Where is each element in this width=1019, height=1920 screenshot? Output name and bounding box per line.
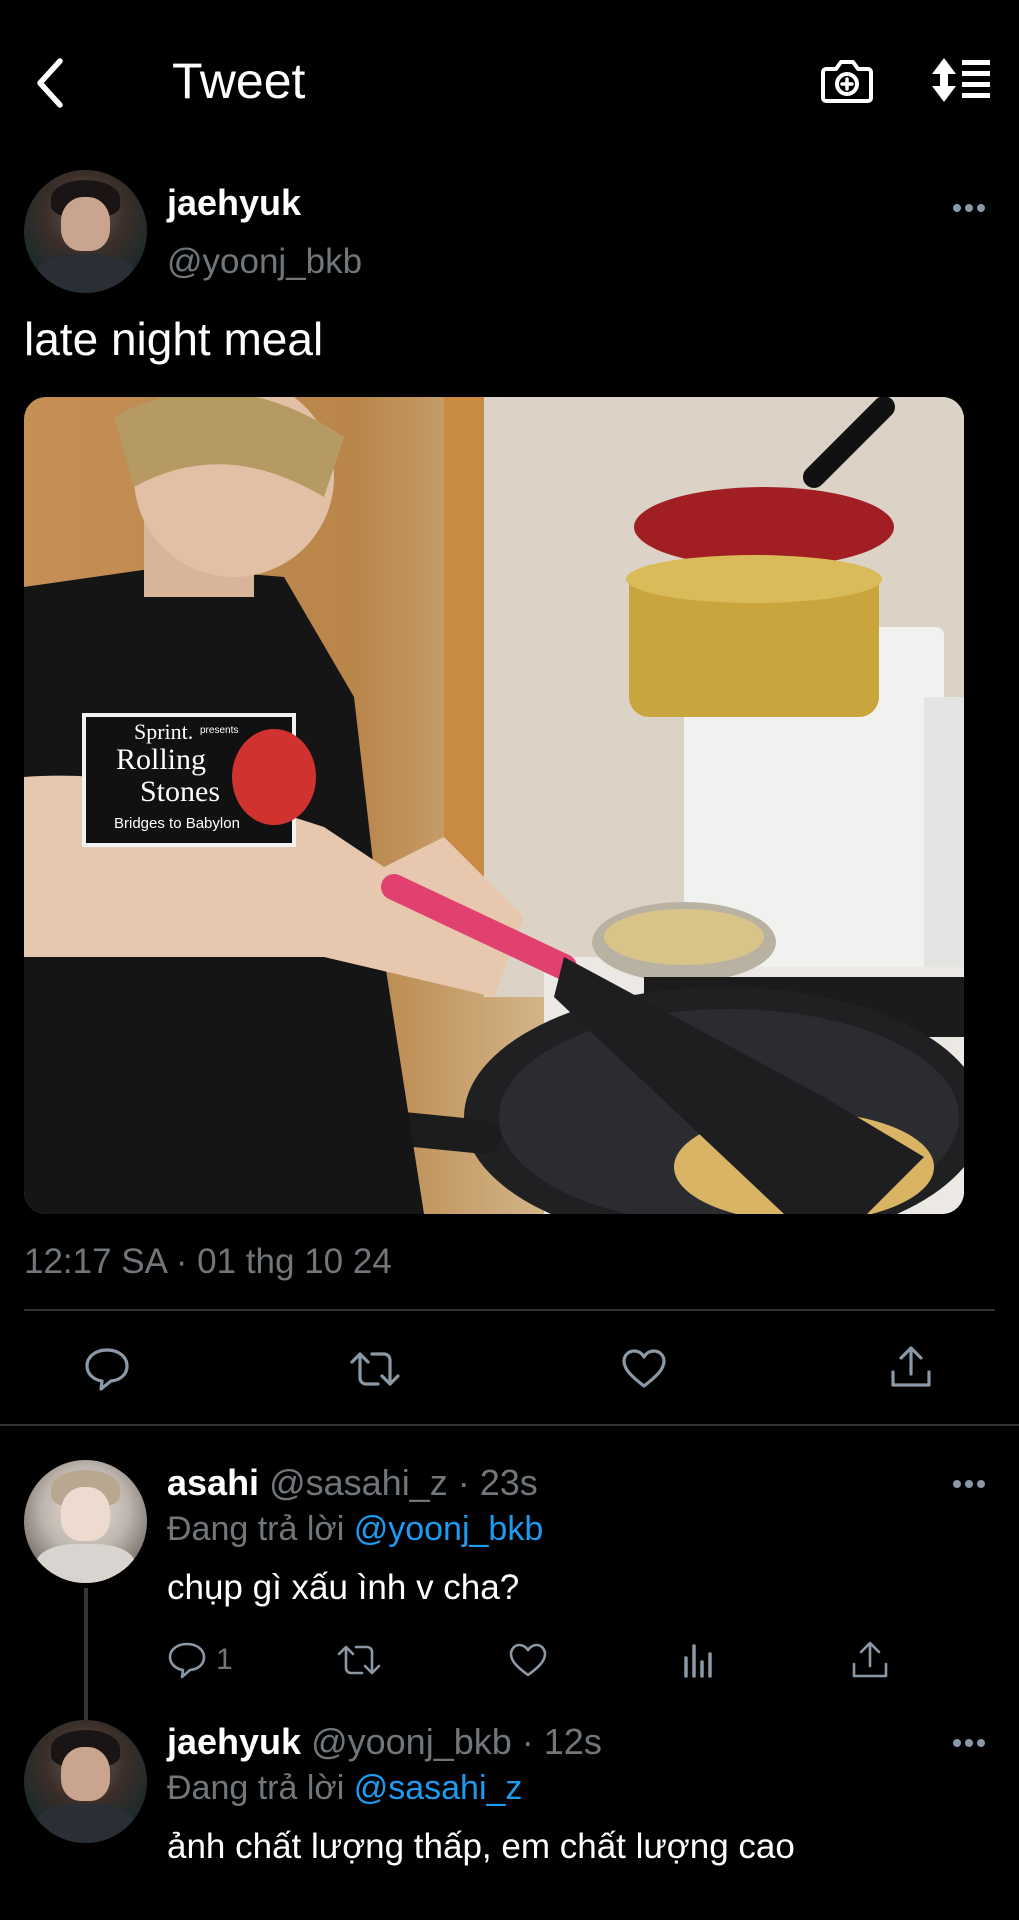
divider [24,1309,995,1311]
back-chevron-icon[interactable] [30,55,70,111]
author-name[interactable]: jaehyuk [167,182,301,224]
replying-prefix: Đang trả lời [167,1769,345,1807]
sort-list-icon[interactable] [930,56,992,104]
more-options-icon[interactable] [952,1737,986,1749]
replying-to: Đang trả lời @yoonj_bkb [167,1510,543,1549]
more-options-icon[interactable] [952,1478,986,1490]
divider [0,1424,1019,1426]
reply-time: · 12s [521,1721,602,1762]
reply-text: chụp gì xấu ình v cha? [167,1568,520,1607]
replying-to-link[interactable]: @yoonj_bkb [354,1510,544,1548]
author-name[interactable]: jaehyuk [167,1721,301,1762]
more-options-icon[interactable] [952,202,986,214]
author-handle[interactable]: @sasahi_z [269,1462,448,1503]
author-handle[interactable]: @yoonj_bkb [167,242,362,282]
share-icon[interactable] [888,1344,934,1390]
reply-header: asahi @sasahi_z · 23s [167,1462,538,1504]
like-icon[interactable] [621,1348,667,1390]
shirt-print-text-1b: presents [200,725,239,736]
author-handle[interactable]: @yoonj_bkb [311,1721,512,1762]
shirt-print-text-2: Rolling [116,743,207,776]
reply-icon[interactable] [167,1640,207,1680]
avatar[interactable] [24,1460,147,1583]
replying-prefix: Đang trả lời [167,1510,345,1548]
share-icon[interactable] [850,1640,890,1680]
replying-to: Đang trả lời @sasahi_z [167,1769,522,1808]
views-icon[interactable] [682,1642,714,1678]
avatar[interactable] [24,170,147,293]
reply-time: · 23s [457,1462,538,1503]
shirt-print-text-3: Stones [140,775,221,808]
reply-text: ảnh chất lượng thấp, em chất lượng cao [167,1827,795,1866]
thread-line [84,1588,88,1720]
tweet-photo[interactable]: Sprint. presents Rolling Stones Bridges … [24,397,964,1214]
reply-header: jaehyuk @yoonj_bkb · 12s [167,1721,602,1763]
replying-to-link[interactable]: @sasahi_z [354,1769,523,1807]
author-name[interactable]: asahi [167,1462,259,1503]
tweet-timestamp: 12:17 SA · 01 thg 10 24 [24,1242,392,1281]
reply-count: 1 [216,1643,233,1676]
like-icon[interactable] [508,1642,548,1678]
reply-icon[interactable] [84,1346,130,1392]
retweet-icon[interactable] [348,1348,402,1390]
page-title: Tweet [172,53,306,109]
avatar[interactable] [24,1720,147,1843]
retweet-icon[interactable] [336,1642,382,1678]
tweet-text: late night meal [24,313,324,365]
shirt-print-text-4: Bridges to Babylon [114,815,240,832]
camera-plus-icon[interactable] [820,55,874,105]
shirt-print-text-1: Sprint. [134,719,194,744]
